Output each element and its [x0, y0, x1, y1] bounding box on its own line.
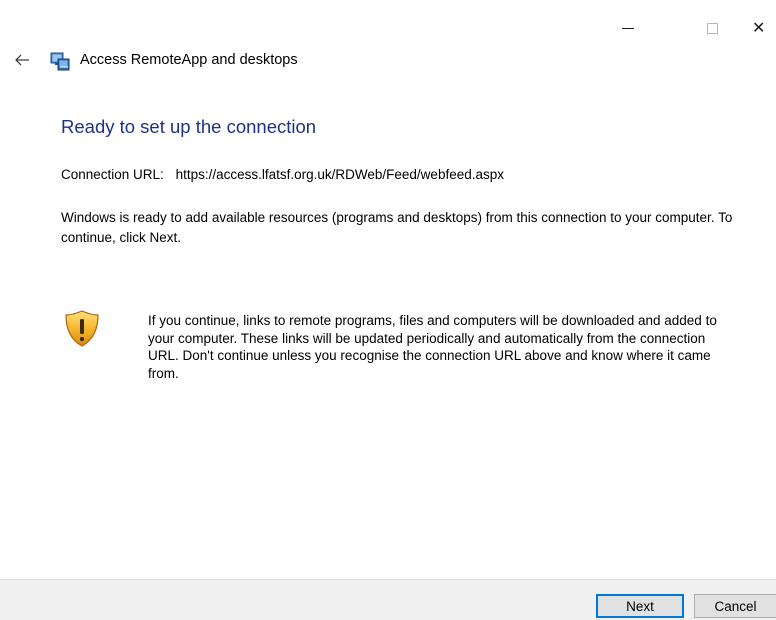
- maximize-icon: [706, 22, 718, 34]
- close-button[interactable]: ✕: [746, 14, 776, 42]
- back-button[interactable]: [12, 50, 32, 70]
- maximize-button[interactable]: [692, 14, 732, 42]
- warning-text: If you continue, links to remote program…: [148, 313, 717, 381]
- remoteapp-icon: [50, 52, 70, 71]
- close-icon: ✕: [752, 18, 766, 37]
- footer-bar: Next Cancel: [0, 579, 776, 620]
- minimize-button[interactable]: [608, 14, 648, 42]
- shield-warning-icon: [65, 310, 99, 347]
- page-heading: Ready to set up the connection: [61, 116, 317, 137]
- next-button[interactable]: Next: [596, 594, 684, 618]
- description-text: Windows is ready to add available resour…: [61, 210, 733, 245]
- cancel-button[interactable]: Cancel: [694, 594, 776, 618]
- minimize-icon: [622, 27, 634, 29]
- back-arrow-icon: [15, 54, 29, 66]
- connection-url-value: https://access.lfatsf.org.uk/RDWeb/Feed/…: [175, 167, 504, 182]
- connection-url-row: Connection URL: https://access.lfatsf.or…: [61, 167, 504, 182]
- remoteapp-window: ✕ Access RemoteApp and desktops Ready to…: [0, 0, 776, 620]
- window-title: Access RemoteApp and desktops: [80, 52, 298, 68]
- connection-url-label: Connection URL:: [61, 167, 164, 182]
